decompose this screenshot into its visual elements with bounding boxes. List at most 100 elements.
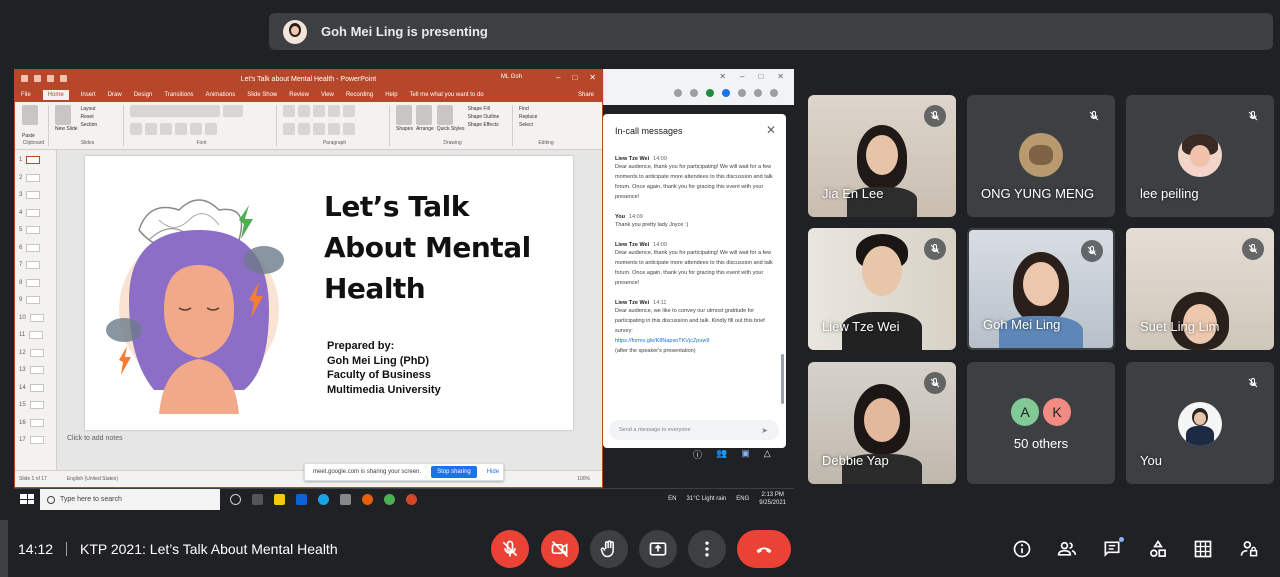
participant-tile[interactable]: lee peiling: [1126, 95, 1274, 217]
lock-person-button[interactable]: [1238, 538, 1260, 560]
slide-number: 5: [19, 227, 23, 233]
slide-thumbnail: 5: [19, 224, 55, 236]
windows-start-icon: [20, 494, 34, 504]
participant-name: Suet Ling Lim: [1140, 319, 1220, 334]
task-view-icon: [252, 493, 263, 505]
powerpoint-titlebar: Let's Talk about Mental Health - PowerPo…: [15, 70, 602, 88]
side-panel-handle[interactable]: [0, 520, 8, 577]
host-controls-button[interactable]: [1192, 538, 1214, 560]
slide-preview: [29, 383, 44, 392]
tab-transitions: Transitions: [164, 92, 194, 98]
taskbar-date: 9/25/2021: [759, 500, 786, 506]
mic-toggle-button[interactable]: [491, 530, 529, 568]
people-button[interactable]: [1056, 538, 1078, 560]
paste-icon: [22, 105, 38, 125]
group-label: Paragraph: [322, 140, 347, 146]
camera-toggle-button[interactable]: [541, 530, 579, 568]
slide-preview: [26, 296, 41, 304]
ribbon-group-font: Font: [127, 105, 277, 146]
slide-title: Let’s Talk About Mental Health: [324, 190, 531, 305]
slide-number: 14: [19, 384, 26, 391]
present-icon: [649, 542, 667, 556]
group-label: Slides: [80, 140, 95, 146]
chat-message: Liew Tze Wei 14:11 Dear audience, we like…: [615, 300, 779, 356]
message-text: (after the speaker's presentation): [615, 348, 696, 354]
close-icon: ✕: [589, 73, 596, 82]
slide-number: 7: [19, 262, 23, 268]
slide-preview: [29, 331, 44, 339]
mic-off-icon: [924, 105, 946, 127]
participant-name: Goh Mei Ling: [983, 317, 1061, 332]
prepared-by: Prepared by:: [327, 340, 395, 352]
slide-number: 6: [19, 244, 23, 251]
present-button[interactable]: [639, 530, 677, 568]
participant-tile[interactable]: ONG YUNG MENG: [967, 95, 1115, 217]
slide-number: 15: [19, 402, 26, 408]
others-avatar: K: [1043, 398, 1071, 426]
activities-button[interactable]: [1147, 538, 1169, 560]
chat-message: Liew Tze Wei 14:09 Dear audience, thank y…: [615, 242, 779, 288]
faculty: Faculty of Business: [327, 369, 431, 381]
tell-me-search: Tell me what you want to do: [409, 92, 484, 98]
participant-tile[interactable]: Debbie Yap: [808, 362, 956, 484]
message-text: Dear audience, thank you for participati…: [615, 250, 773, 286]
tab-home: Home: [42, 90, 69, 100]
tab-animations: Animations: [205, 92, 236, 98]
chat-message: Liew Tze Wei 14:09 Dear audience, thank y…: [615, 156, 779, 202]
chrome-icon: [384, 493, 395, 505]
chat-button[interactable]: [1101, 537, 1124, 560]
tab-help: Help: [385, 92, 398, 98]
others-tile[interactable]: A K 50 others: [967, 362, 1115, 484]
mic-off-icon: [1242, 372, 1264, 394]
slide-preview: [26, 261, 41, 269]
taskbar-search: Type here to search: [40, 488, 220, 510]
edge-icon: [318, 493, 329, 505]
slide-preview: [26, 226, 41, 234]
participant-tile[interactable]: Jia En Lee: [808, 95, 956, 217]
participant-tile[interactable]: Suet Ling Lim: [1126, 228, 1274, 350]
window-controls: – □ ✕: [556, 73, 596, 82]
presenting-text: Goh Mei Ling is presenting: [321, 24, 488, 39]
message-text: Dear audience, we like to convey our utm…: [615, 308, 765, 334]
more-options-button[interactable]: [688, 530, 726, 568]
ribbon-group-drawing: Shapes Arrange Quick Styles Shape Fill Sh…: [393, 105, 513, 146]
mic-off-icon: [1081, 240, 1103, 262]
meeting-details-button[interactable]: [1011, 538, 1033, 560]
leave-call-button[interactable]: [737, 530, 791, 568]
participant-avatar: [1178, 133, 1222, 177]
slide-preview: [26, 208, 41, 217]
user-name: ML Goh: [500, 74, 522, 80]
language: English (United States): [66, 476, 118, 482]
camera-off-icon: [551, 540, 569, 558]
select-label: Select: [519, 122, 533, 128]
taskbar-time: 2:13 PM: [761, 492, 784, 498]
participant-tile-presenter[interactable]: Goh Mei Ling: [967, 228, 1115, 350]
windows-taskbar: Type here to search EN 31°C Light rain E…: [14, 488, 794, 510]
keyboard-lang: ENG: [736, 496, 750, 502]
stop-sharing-button: Stop sharing: [431, 466, 477, 478]
quick-styles-label: Quick Styles: [436, 126, 465, 132]
weather: 31°C Light rain: [686, 496, 727, 502]
quick-access-icons: [21, 75, 67, 82]
self-tile[interactable]: You: [1126, 362, 1274, 484]
divider: [66, 542, 67, 556]
close-icon: ✕: [719, 72, 726, 81]
participant-tile[interactable]: Liew Tze Wei: [808, 228, 956, 350]
slide-preview: [29, 436, 44, 444]
others-count: 50 others: [1013, 436, 1069, 451]
slide-thumbnail: 10: [19, 312, 55, 324]
participant-name: Jia En Lee: [822, 186, 884, 201]
activities-icon: △: [763, 448, 771, 458]
chat-panel: In-call messages ✕ Liew Tze Wei 14:09 Dea…: [603, 114, 786, 448]
slide-number: 11: [19, 332, 26, 338]
powerpoint-editor: 1 2 3 4 5 6 7 8 9 10 11 12 13 14 15 16 17: [15, 150, 602, 472]
slide-preview: [26, 191, 41, 199]
section-label: Section: [80, 122, 98, 128]
powerpoint-window: Let's Talk about Mental Health - PowerPo…: [14, 69, 603, 488]
tab-file: File: [21, 92, 31, 98]
slide-preview: [26, 173, 41, 182]
shared-screen[interactable]: Let's Talk about Mental Health - PowerPo…: [14, 69, 794, 510]
raise-hand-button[interactable]: [590, 530, 628, 568]
people-icon: [1057, 541, 1077, 556]
person-lock-icon: [1240, 541, 1258, 557]
